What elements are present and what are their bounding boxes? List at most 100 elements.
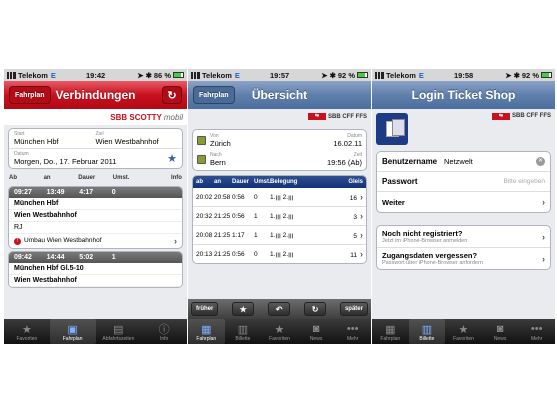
battery-icon: [357, 72, 368, 78]
ticket-icon: ▥: [421, 323, 433, 336]
earlier-button[interactable]: früher: [191, 302, 219, 316]
favorite-button[interactable]: ★: [232, 302, 255, 316]
tab-abfahrtszeiten[interactable]: ▤ Abfahrtszeiten: [96, 319, 142, 344]
tab-fahrplan[interactable]: ▦ Fahrplan: [188, 319, 225, 344]
battery-label: 92 %: [521, 70, 539, 80]
tab-label: News: [309, 336, 323, 342]
register-title: Noch nicht registriert?: [382, 229, 463, 238]
tab-info[interactable]: ⓘ Info: [141, 319, 187, 344]
return-trip-button[interactable]: ↶: [268, 302, 291, 316]
cell-gleis: 5: [353, 233, 357, 240]
tab-favoriten[interactable]: ★ Favoriten: [4, 319, 50, 344]
oebb-logo: SBB: [110, 112, 128, 122]
signal-icon: [191, 71, 200, 79]
station-icon: [197, 136, 206, 145]
tab-label: Favoriten: [269, 336, 290, 342]
brand-suffix: mobil: [163, 112, 183, 122]
tab-bar: ▦ Fahrplan ▥ Billette ★ Favoriten ◙ News •••…: [372, 319, 555, 344]
table-row[interactable]: 20:32 21:25 0:56 1 1.ꞁꞁꞁ 2.ꞁꞁꞁ 3 ›: [193, 207, 366, 226]
help-links: Noch nicht registriert? Jetzt im iPhone-B…: [376, 225, 551, 270]
header-dauer: Dauer: [78, 175, 96, 181]
header-an: an: [43, 175, 51, 181]
connections-header: Ab an Dauer Umst. Info: [4, 172, 187, 184]
password-placeholder[interactable]: Bitte eingeben: [444, 178, 545, 185]
back-button[interactable]: Fahrplan: [193, 86, 235, 104]
cell-umst: 0: [254, 250, 258, 258]
transfers: 0: [111, 189, 116, 196]
more-icon: •••: [530, 323, 543, 335]
cell-an: 21:25: [214, 212, 231, 220]
navigation-bar: Fahrplan Übersicht: [188, 81, 371, 109]
cell-gleis: 3: [353, 214, 357, 221]
status-bar: Telekom E 19:58 ➤ ✱ 92 %: [372, 69, 555, 81]
tab-label: Fahrplan: [196, 336, 217, 342]
tab-label: News: [493, 336, 507, 342]
clear-icon[interactable]: ✕: [536, 157, 545, 166]
tab-label: Favoriten: [16, 336, 38, 342]
refresh-button[interactable]: ↻: [162, 86, 182, 104]
forgot-credentials-link[interactable]: Zugangsdaten vergessen? Passwort über iPh…: [377, 248, 550, 269]
header-ab: ab: [196, 179, 204, 185]
page-title: Übersicht: [251, 88, 308, 102]
chevron-right-icon: ›: [360, 211, 363, 221]
warning-icon: !: [14, 238, 21, 245]
cell-ab: 20:13: [196, 250, 213, 258]
train-icon: ▦: [385, 323, 396, 336]
chevron-right-icon: ›: [542, 253, 545, 264]
register-subtitle: Jetzt im iPhone-Browser anmelden: [382, 238, 468, 244]
connection-item[interactable]: 09:42 14:44 5:02 1 München Hbf Gl.5-10 Wien…: [8, 251, 183, 288]
chevron-right-icon: ›: [360, 192, 363, 202]
next-button[interactable]: Weiter ›: [377, 192, 550, 212]
star-icon: ★: [458, 323, 469, 336]
tab-news[interactable]: ◙ News: [298, 319, 335, 344]
more-icon: •••: [346, 323, 359, 335]
ticket-icon: ▥: [237, 323, 249, 336]
refresh-button[interactable]: ↻: [304, 302, 327, 316]
tab-mehr[interactable]: ••• Mehr: [518, 319, 555, 344]
table-row[interactable]: 20:02 20:58 0:56 0 1.ꞁꞁꞁ 2.ꞁꞁꞁ 16 ›: [193, 188, 366, 207]
username-value[interactable]: Netzwelt: [444, 157, 533, 166]
next-label: Weiter: [382, 197, 405, 207]
tab-mehr[interactable]: ••• Mehr: [334, 319, 371, 344]
tab-billette[interactable]: ▥ Billette: [225, 319, 262, 344]
tab-label: Billette: [235, 336, 251, 342]
later-button[interactable]: später: [339, 302, 368, 316]
departure-time: 09:42: [14, 254, 32, 261]
header-umst: Umst.: [112, 175, 130, 181]
table-row[interactable]: 20:08 21:25 1:17 1 1.ꞁꞁꞁ 2.ꞁꞁꞁ 5 ›: [193, 226, 366, 245]
arrival-time: 13:49: [46, 189, 65, 196]
login-form: Benutzername Netzwelt ✕ Passwort Bitte e…: [376, 151, 551, 213]
toolbar: früher ★ ↶ ↻ später: [188, 299, 371, 319]
cell-dauer: 0:56: [232, 250, 245, 258]
tab-favoriten[interactable]: ★ Favoriten: [445, 319, 482, 344]
search-summary-card[interactable]: Start München Hbf Ziel Wien Westbahnhof Da…: [8, 128, 183, 169]
return-arrow-icon: ↶: [275, 304, 283, 314]
header-info: Info: [170, 175, 182, 181]
tab-fahrplan[interactable]: ▦ Fahrplan: [372, 319, 409, 344]
connections-content: SBB SCOTTY mobil Start München Hbf Ziel Wie…: [4, 109, 187, 319]
route-card[interactable]: Von Zürich Datum 16.02.11 Nach Bern Zeit 19:…: [192, 129, 367, 171]
cell-belegung: 1.ꞁꞁꞁ 2.ꞁꞁꞁ: [270, 213, 294, 220]
tab-fahrplan[interactable]: ▣ Fahrplan: [49, 319, 96, 344]
password-field[interactable]: Passwort Bitte eingeben: [377, 172, 550, 192]
back-button[interactable]: Fahrplan: [9, 86, 51, 104]
tab-favoriten[interactable]: ★ Favoriten: [261, 319, 298, 344]
train-icon: ▣: [67, 323, 78, 336]
table-row[interactable]: 20:13 21:25 0:56 0 1.ꞁꞁꞁ 2.ꞁꞁꞁ 11 ›: [193, 245, 366, 263]
chevron-right-icon: ›: [542, 231, 545, 242]
chevron-right-icon: ›: [360, 249, 363, 259]
favorite-star-icon[interactable]: ★: [167, 152, 177, 165]
departure-time: 09:27: [14, 189, 32, 196]
register-link[interactable]: Noch nicht registriert? Jetzt im iPhone-B…: [377, 226, 550, 248]
tab-news[interactable]: ◙ News: [482, 319, 519, 344]
status-bar: Telekom E 19:57 ➤ ✱ 92 %: [188, 69, 371, 81]
star-icon: ★: [21, 323, 32, 336]
board-icon: ▤: [113, 323, 124, 336]
chevron-right-icon: ›: [174, 236, 177, 246]
header-an: an: [214, 179, 222, 185]
username-field[interactable]: Benutzername Netzwelt ✕: [377, 152, 550, 172]
arrival-time: 14:44: [46, 254, 65, 261]
cell-ab: 20:08: [196, 231, 213, 239]
tab-billette[interactable]: ▥ Billette: [408, 319, 446, 344]
connection-item[interactable]: 09:27 13:49 4:17 0 München Hbf Wien Westbah…: [8, 186, 183, 249]
